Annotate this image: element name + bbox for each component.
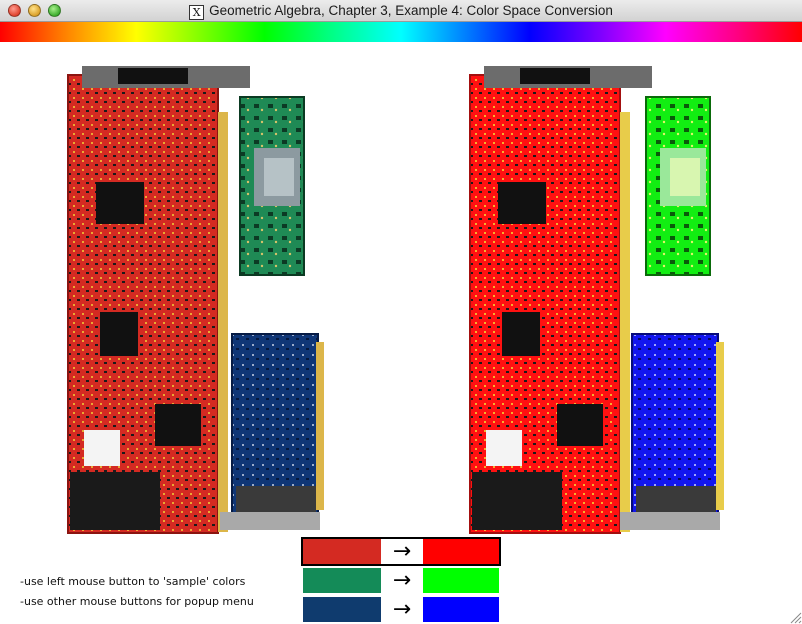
- arrow-right-icon: →: [381, 568, 423, 593]
- converted-image[interactable]: [402, 42, 802, 536]
- original-image-panel[interactable]: [0, 42, 400, 536]
- instruction-line: -use left mouse button to 'sample' color…: [20, 575, 246, 588]
- converted-image-panel[interactable]: [402, 42, 802, 536]
- mapping-row-green[interactable]: →: [301, 566, 501, 595]
- target-swatch[interactable]: [423, 597, 499, 622]
- color-mapping-table: → → →: [301, 537, 501, 624]
- instruction-line: -use other mouse buttons for popup menu: [20, 595, 254, 608]
- window-title-text: Geometric Algebra, Chapter 3, Example 4:…: [209, 3, 613, 18]
- source-swatch[interactable]: [303, 597, 381, 622]
- window-title: X Geometric Algebra, Chapter 3, Example 4…: [0, 3, 802, 20]
- resize-grip-icon[interactable]: [788, 610, 802, 624]
- original-image[interactable]: [0, 42, 400, 536]
- app-window: X Geometric Algebra, Chapter 3, Example 4…: [0, 0, 802, 624]
- x11-icon: X: [189, 5, 205, 20]
- mapping-row-red[interactable]: →: [301, 537, 501, 566]
- arrow-right-icon: →: [381, 539, 423, 564]
- mapping-row-blue[interactable]: →: [301, 595, 501, 624]
- instructions-text: -use left mouse button to 'sample' color…: [20, 572, 254, 612]
- arrow-right-icon: →: [381, 597, 423, 622]
- source-swatch[interactable]: [303, 539, 381, 564]
- target-swatch[interactable]: [423, 568, 499, 593]
- target-swatch[interactable]: [423, 539, 499, 564]
- hue-spectrum-bar[interactable]: [0, 22, 802, 42]
- source-swatch[interactable]: [303, 568, 381, 593]
- title-bar[interactable]: X Geometric Algebra, Chapter 3, Example 4…: [0, 0, 802, 22]
